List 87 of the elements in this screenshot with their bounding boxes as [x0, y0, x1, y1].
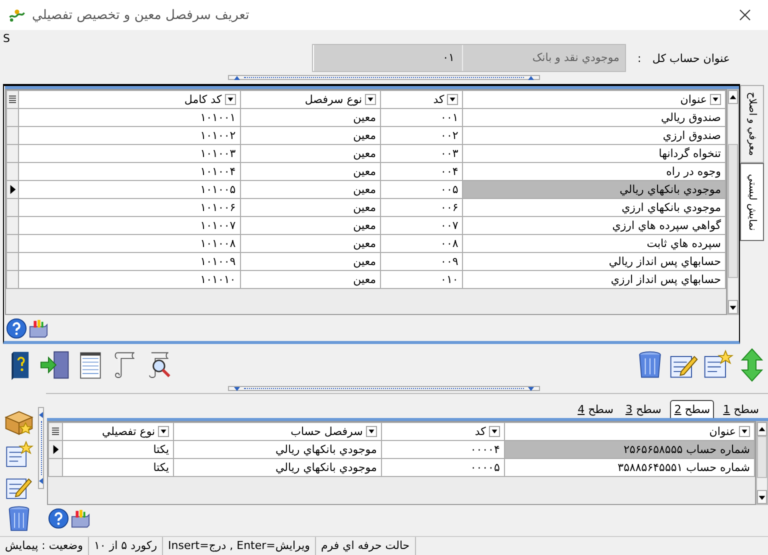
splitter-handle[interactable]: [228, 75, 540, 80]
column-header[interactable]: عنوان: [504, 422, 754, 440]
table-cell: ۱۰۱۰۱۰: [18, 270, 240, 288]
table-cell: معين: [240, 180, 381, 198]
table-cell: ۱۰۱۰۰۲: [18, 126, 240, 144]
table-cell: معين: [240, 126, 381, 144]
scrollbar-thumb[interactable]: [757, 436, 767, 478]
side-tab[interactable]: نمايش ليستي: [740, 163, 764, 241]
table-cell: سپرده هاي ثابت: [462, 234, 726, 252]
close-icon: [739, 9, 751, 21]
arrow-up-icon: [729, 92, 737, 102]
help-icon[interactable]: [6, 318, 27, 339]
table-cell: ۰۰۹: [380, 252, 463, 270]
scroll-up-button[interactable]: [757, 422, 767, 436]
toolbox-icon[interactable]: [70, 508, 91, 529]
table-cell: موجودي بانکهاي ريالي: [462, 180, 726, 198]
colon-label: :: [636, 52, 642, 64]
scroll-up-button[interactable]: [728, 90, 738, 104]
toolbox-icon[interactable]: [28, 318, 49, 339]
status-text: Insert=درج , Enter=ويرايش: [163, 537, 316, 555]
table-cell: معين: [240, 108, 381, 126]
table-cell: ۱۰۱۰۰۶: [18, 198, 240, 216]
table-cell: موجودي بانکهاي ريالي: [174, 440, 382, 458]
table-cell: ۰۰۶: [380, 198, 463, 216]
status-text: حالت حرفه اي فرم: [316, 537, 416, 555]
column-header[interactable]: نوع سرفصل: [240, 90, 381, 108]
table-cell: معين: [240, 216, 381, 234]
table-cell: صندوق ريالي: [462, 108, 726, 126]
table-cell: گواهي سپرده هاي ارزي: [462, 216, 726, 234]
arrow-up-icon: [758, 424, 766, 434]
plant-icon: [8, 8, 26, 22]
account-field[interactable]: موجودي نقد و بانک ۰۱: [312, 44, 626, 72]
column-header[interactable]: کد کامل: [18, 90, 240, 108]
table-cell: ۰۰۰۰۴: [381, 440, 504, 458]
table-cell: ۱۰۱۰۰۵: [18, 180, 240, 198]
table-cell: شماره حساب ۳۵۸۸۵۶۴۵۵۵۱: [504, 458, 754, 476]
scroll-down-button[interactable]: [757, 490, 767, 504]
table-cell: يکتا: [62, 458, 174, 476]
help-icon[interactable]: [48, 508, 69, 529]
account-name: موجودي نقد و بانک: [462, 45, 626, 71]
table-cell: ۰۰۱: [380, 108, 463, 126]
column-header[interactable]: سرفصل حساب: [174, 422, 382, 440]
table-cell: شماره حساب ۲۵۶۵۶۵۸۵۵۵: [504, 440, 754, 458]
table-cell: معين: [240, 234, 381, 252]
table-cell: معين: [240, 270, 381, 288]
field-label: عنوان حساب کل: [652, 52, 730, 64]
table-cell: ۱۰۱۰۰۴: [18, 162, 240, 180]
column-header[interactable]: عنوان: [462, 90, 726, 108]
window-title: تعريف سرفصل معين و تخصيص تفصيلي: [32, 8, 250, 22]
table-cell: ۱۰۱۰۰۹: [18, 252, 240, 270]
table-cell: ۱۰۱۰۰۱: [18, 108, 240, 126]
table-cell: ۰۰۲: [380, 126, 463, 144]
table-cell: ۰۰۵: [380, 180, 463, 198]
table-cell: صندوق ارزي: [462, 126, 726, 144]
scrollbar-thumb[interactable]: [728, 144, 738, 278]
table-cell: موجودي بانکهاي ريالي: [174, 458, 382, 476]
table-cell: معين: [240, 144, 381, 162]
table-cell: معين: [240, 252, 381, 270]
table-cell: معين: [240, 162, 381, 180]
table-cell: ۰۰۳: [380, 144, 463, 162]
table-cell: ۱۰۱۰۰۳: [18, 144, 240, 162]
status-text: وضعيت : پيمايش: [0, 537, 89, 555]
table-cell: معين: [240, 198, 381, 216]
column-header[interactable]: نوع تفصيلي: [62, 422, 174, 440]
column-chooser-icon[interactable]: [52, 427, 60, 436]
column-header[interactable]: کد: [381, 422, 504, 440]
table-cell: ۰۰۸: [380, 234, 463, 252]
table-cell: حسابهاي پس انداز ريالي: [462, 252, 726, 270]
table-cell: ۱۰۱۰۰۸: [18, 234, 240, 252]
table-cell: تنخواه گردانها: [462, 144, 726, 162]
table-cell: موجودي بانکهاي ارزي: [462, 198, 726, 216]
splitter-handle[interactable]: [228, 386, 540, 391]
splitter-handle[interactable]: [38, 407, 44, 489]
table-cell: ۰۰۰۰۵: [381, 458, 504, 476]
table-cell: ۰۰۴: [380, 162, 463, 180]
table-cell: ۰۱۰: [380, 270, 463, 288]
account-code: ۰۱: [313, 45, 462, 71]
corner-label: S: [2, 33, 11, 45]
status-text: رکورد ۵ از ۱۰: [88, 537, 164, 555]
table-cell: ۰۰۷: [380, 216, 463, 234]
table-cell: ۱۰۱۰۰۷: [18, 216, 240, 234]
column-header[interactable]: کد: [380, 90, 463, 108]
side-tab[interactable]: معرفي و اصلاح: [740, 85, 764, 163]
scroll-down-button[interactable]: [728, 300, 738, 314]
table-cell: يکتا: [62, 440, 174, 458]
table-cell: حسابهاي پس انداز ارزي: [462, 270, 726, 288]
column-chooser-icon[interactable]: [9, 95, 16, 104]
